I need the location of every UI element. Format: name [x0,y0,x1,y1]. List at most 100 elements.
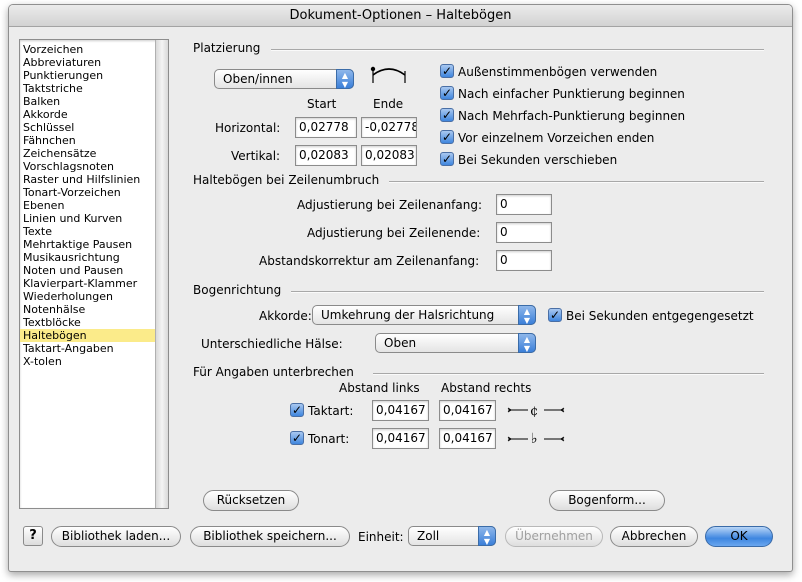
list-item[interactable]: Vorschlagsnoten [20,160,156,173]
ok-button[interactable]: OK [705,526,773,547]
list-item[interactable]: Musikausrichtung [20,251,156,264]
select-arrows-icon: ▲ ▼ [336,69,354,89]
umbruch-label: Abstandskorrektur am Zeilenanfang: [259,254,480,268]
list-item[interactable]: X-tolen [20,355,156,368]
list-item[interactable]: Texte [20,225,156,238]
einheit-select-value: Zoll [417,529,440,543]
list-item[interactable]: Raster und Hilfslinien [20,173,156,186]
placement-checkbox[interactable]: ✓ [440,130,454,144]
placement-checkbox[interactable]: ✓ [440,108,454,122]
placement-checkbox-label: Vor einzelnem Vorzeichen enden [458,131,655,145]
horizontal-start-input[interactable]: 0,02778 [295,117,357,138]
list-item[interactable]: Mehrtaktige Pausen [20,238,156,251]
abstand-links-label: Abstand links [339,381,420,395]
list-item[interactable]: Zeichensätze [20,147,156,160]
category-list[interactable]: Vorzeichen Abbreviaturen Punktierungen Takt… [19,39,169,509]
list-item[interactable]: Taktstriche [20,82,156,95]
apply-button[interactable]: Übernehmen [505,526,603,547]
taktart-left-input[interactable]: 0,04167 [372,400,429,421]
cancel-button[interactable]: Abbrechen [610,526,698,547]
placement-checkbox-label: Bei Sekunden verschieben [458,153,618,167]
time-signature-gap-icon: ¢ [507,404,565,419]
list-item[interactable]: Noten und Pausen [20,264,156,277]
list-item[interactable]: Wiederholungen [20,290,156,303]
sekunden-checkbox[interactable]: ✓ [548,308,562,322]
checkmark-icon: ✓ [441,64,453,78]
haelse-label: Unterschiedliche Hälse: [201,337,343,351]
einheit-label: Einheit: [358,530,404,544]
tonart-left-input[interactable]: 0,04167 [372,428,429,449]
sekunden-label: Bei Sekunden entgegengesetzt [566,309,754,323]
section-title-platzierung: Platzierung [193,41,261,55]
save-library-button[interactable]: Bibliothek speichern... [190,526,350,547]
list-item[interactable]: Vorzeichen [20,43,156,56]
vertical-start-input[interactable]: 0,02083 [295,145,357,166]
umbruch-input[interactable]: 0 [496,222,552,243]
svg-text:♭: ♭ [531,431,538,447]
akkorde-select[interactable]: Umkehrung der Halsrichtung ▲ ▼ [312,305,536,325]
list-item[interactable]: Haltebögen [20,329,156,342]
list-item[interactable]: Textblöcke [20,316,156,329]
checkmark-icon: ✓ [291,403,303,417]
select-arrows-icon: ▲ ▼ [478,526,496,546]
list-item[interactable]: Tonart-Vorzeichen [20,186,156,199]
taktart-label: Taktart: [308,404,354,418]
horizontal-label: Horizontal: [215,121,281,135]
taktart-right-input[interactable]: 0,04167 [439,400,496,421]
position-select[interactable]: Oben/innen ▲ ▼ [214,69,354,89]
section-title-zeilenumbruch: Haltebögen bei Zeilenumbruch [193,173,380,187]
divider [373,373,764,375]
list-item[interactable]: Klavierpart-Klammer [20,277,156,290]
umbruch-input[interactable]: 0 [496,250,552,271]
umbruch-label: Adjustierung bei Zeilenanfang: [297,198,483,212]
tonart-label: Tonart: [308,432,350,446]
placement-checkbox[interactable]: ✓ [440,86,454,100]
placement-checkbox[interactable]: ✓ [440,152,454,166]
list-item[interactable]: Balken [20,95,156,108]
umbruch-input[interactable]: 0 [496,194,552,215]
abstand-rechts-label: Abstand rechts [441,381,532,395]
list-item[interactable]: Punktierungen [20,69,156,82]
list-item[interactable]: Taktart-Angaben [20,342,156,355]
help-button[interactable]: ? [23,526,43,546]
umbruch-label: Adjustierung bei Zeilenende: [307,226,481,240]
list-item[interactable]: Abbreviaturen [20,56,156,69]
checkmark-icon: ✓ [549,308,561,322]
list-item[interactable]: Notenhälse [20,303,156,316]
divider [271,49,764,51]
haelse-select[interactable]: Oben ▲ ▼ [375,333,536,353]
checkmark-icon: ✓ [441,86,453,100]
vertical-end-input[interactable]: 0,02083 [361,145,417,166]
end-column-label: Ende [373,97,404,111]
svg-text:¢: ¢ [530,404,538,419]
list-item[interactable]: Linien und Kurven [20,212,156,225]
tonart-right-input[interactable]: 0,04167 [439,428,496,449]
list-item[interactable]: Ebenen [20,199,156,212]
bogenform-button[interactable]: Bogenform... [549,490,665,511]
taktart-checkbox[interactable]: ✓ [290,403,304,417]
einheit-select[interactable]: Zoll ▲ ▼ [408,526,496,546]
start-column-label: Start [307,97,337,111]
placement-checkbox-label: Nach Mehrfach-Punktierung beginnen [458,109,686,123]
section-title-unterbrechen: Für Angaben unterbrechen [193,365,354,379]
list-item[interactable]: Akkorde [20,108,156,121]
checkmark-icon: ✓ [441,130,453,144]
list-item[interactable]: Schlüssel [20,121,156,134]
load-library-button[interactable]: Bibliothek laden... [51,526,181,547]
select-arrows-icon: ▲ ▼ [518,333,536,353]
horizontal-end-input[interactable]: -0,02778 [361,117,417,138]
tonart-checkbox[interactable]: ✓ [290,431,304,445]
list-item[interactable]: Fähnchen [20,134,156,147]
akkorde-select-value: Umkehrung der Halsrichtung [321,308,495,322]
vertical-label: Vertikal: [231,149,281,163]
checkmark-icon: ✓ [441,108,453,122]
tie-preview-icon [370,66,406,83]
list-scrollbar[interactable] [155,40,168,508]
reset-button[interactable]: Rücksetzen [203,490,299,511]
dialog-window: Dokument-Optionen – Haltebögen Vorzeiche… [8,4,793,572]
select-arrows-icon: ▲ ▼ [518,305,536,325]
checkmark-icon: ✓ [441,152,453,166]
section-title-bogenrichtung: Bogenrichtung [193,283,282,297]
haelse-select-value: Oben [384,336,417,350]
placement-checkbox[interactable]: ✓ [440,64,454,78]
